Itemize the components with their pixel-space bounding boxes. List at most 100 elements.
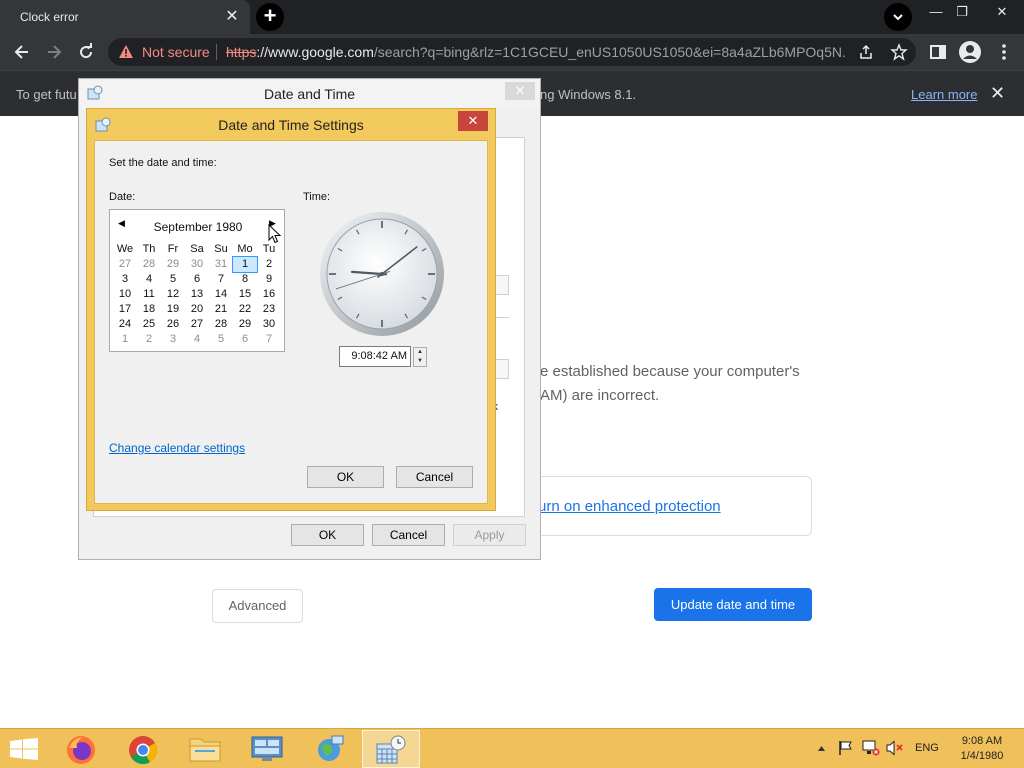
calendar-day[interactable]: 1	[232, 256, 258, 273]
calendar-day[interactable]: 11	[137, 287, 161, 302]
month-calendar[interactable]: ◀ September 1980 ▶ We Th Fr Sa Su Mo Tu 27 28 29 3…	[109, 209, 285, 352]
calendar-day[interactable]: 2	[257, 257, 281, 272]
taskbar-remote-desktop[interactable]	[238, 730, 296, 768]
time-spinner[interactable]: ▲ ▼	[413, 347, 427, 367]
settings-ok-button[interactable]: OK	[307, 466, 384, 488]
calendar-day[interactable]: 9	[257, 272, 281, 287]
taskbar-network[interactable]	[300, 730, 358, 768]
tab-clock-error[interactable]: Clock error ✕	[0, 0, 250, 34]
profile-avatar-icon[interactable]	[958, 40, 982, 64]
update-date-time-button[interactable]: Update date and time	[654, 588, 812, 621]
not-secure-label[interactable]: Not secure	[142, 44, 210, 60]
calendar-day[interactable]: 30	[257, 317, 281, 332]
calendar-day[interactable]: 26	[161, 317, 185, 332]
taskbar-file-explorer[interactable]	[176, 730, 234, 768]
calendar-day[interactable]: 10	[113, 287, 137, 302]
date-time-cancel-button[interactable]: Cancel	[372, 524, 445, 546]
calendar-day[interactable]: 31	[209, 257, 233, 272]
window-restore-button[interactable]: ❐	[950, 2, 974, 22]
calendar-day[interactable]: 28	[209, 317, 233, 332]
window-minimize-button[interactable]: —	[924, 2, 948, 22]
calendar-day[interactable]: 24	[113, 317, 137, 332]
calendar-day[interactable]: 28	[137, 257, 161, 272]
calendar-day[interactable]: 29	[233, 317, 257, 332]
calendar-day[interactable]: 6	[233, 332, 257, 347]
forward-arrow-icon[interactable]	[44, 42, 64, 62]
calendar-day[interactable]: 1	[113, 332, 137, 347]
reload-icon[interactable]	[76, 42, 96, 62]
calendar-day[interactable]: 29	[161, 257, 185, 272]
more-menu-icon[interactable]	[994, 42, 1014, 62]
calendar-day[interactable]: 4	[185, 332, 209, 347]
calendar-day[interactable]: 22	[233, 302, 257, 317]
warning-triangle-icon[interactable]	[118, 44, 134, 60]
date-and-time-close-button[interactable]: ✕	[505, 82, 535, 100]
calendar-day[interactable]: 17	[113, 302, 137, 317]
windows-start-icon[interactable]	[10, 738, 38, 760]
calendar-day[interactable]: 8	[233, 272, 257, 287]
calendar-day[interactable]: 5	[209, 332, 233, 347]
taskbar-date-time[interactable]	[362, 730, 420, 768]
calendar-weekday-header: Fr	[167, 243, 179, 255]
calendar-day[interactable]: 2	[137, 332, 161, 347]
calendar-day[interactable]: 19	[161, 302, 185, 317]
bookmark-star-icon[interactable]	[890, 43, 908, 61]
change-calendar-settings-link[interactable]: Change calendar settings	[109, 441, 245, 455]
share-icon[interactable]	[858, 44, 874, 60]
back-arrow-icon[interactable]	[12, 42, 32, 62]
calendar-day[interactable]: 14	[209, 287, 233, 302]
calendar-day[interactable]: 23	[257, 302, 281, 317]
calendar-day[interactable]: 16	[257, 287, 281, 302]
url-text[interactable]: https://www.google.com/search?q=bing&rlz…	[226, 44, 846, 60]
calendar-day[interactable]: 30	[185, 257, 209, 272]
time-spin-down-icon[interactable]: ▼	[414, 357, 426, 366]
url-path: /search?q=bing&rlz=1C1GCEU_enUS1050US105…	[373, 44, 846, 60]
date-and-time-titlebar[interactable]: Date and Time ✕	[79, 79, 540, 109]
calendar-day[interactable]: 3	[161, 332, 185, 347]
date-time-ok-button[interactable]: OK	[291, 524, 364, 546]
network-status-icon[interactable]	[862, 740, 880, 756]
calendar-day[interactable]: 7	[257, 332, 281, 347]
taskbar-clock[interactable]: 9:08 AM 1/4/1980	[950, 734, 1014, 764]
time-input[interactable]: 9:08:42 AM	[339, 346, 411, 367]
window-close-button[interactable]: ✕	[990, 2, 1014, 22]
taskbar-chrome[interactable]	[114, 730, 172, 768]
calendar-day[interactable]: 20	[185, 302, 209, 317]
enhanced-protection-link[interactable]: urn on enhanced protection	[538, 498, 721, 515]
input-language-indicator[interactable]: ENG	[915, 742, 939, 754]
advanced-button[interactable]: Advanced	[212, 589, 303, 623]
show-hidden-icons-icon[interactable]	[817, 744, 826, 753]
calendar-day[interactable]: 4	[137, 272, 161, 287]
infobar-text-end: ng Windows 8.1.	[540, 87, 637, 102]
tab-close-icon[interactable]: ✕	[222, 7, 242, 27]
date-time-settings-close-button[interactable]: ✕	[458, 111, 488, 131]
calendar-day[interactable]: 7	[209, 272, 233, 287]
calendar-day[interactable]: 12	[161, 287, 185, 302]
calendar-day[interactable]: 27	[113, 257, 137, 272]
calendar-day[interactable]: 25	[137, 317, 161, 332]
date-time-apply-button: Apply	[453, 524, 526, 546]
settings-cancel-button[interactable]: Cancel	[396, 466, 473, 488]
calendar-day[interactable]: 13	[185, 287, 209, 302]
calendar-day[interactable]: 15	[233, 287, 257, 302]
taskbar-firefox[interactable]	[52, 730, 110, 768]
address-bar[interactable]: Not secure https://www.google.com/search…	[108, 38, 916, 66]
calendar-day[interactable]: 5	[161, 272, 185, 287]
side-panel-icon[interactable]	[928, 42, 948, 62]
calendar-day[interactable]: 27	[185, 317, 209, 332]
tab-search-button[interactable]	[884, 3, 912, 31]
calendar-day[interactable]: 6	[185, 272, 209, 287]
calendar-weekday-header: We	[116, 243, 134, 255]
new-tab-button[interactable]: +	[256, 3, 284, 31]
time-spin-up-icon[interactable]: ▲	[414, 348, 426, 357]
calendar-day[interactable]: 18	[137, 302, 161, 317]
calendar-day[interactable]: 3	[113, 272, 137, 287]
volume-muted-icon[interactable]	[886, 740, 904, 756]
action-center-flag-icon[interactable]	[838, 740, 854, 756]
taskbar-clock-time: 9:08 AM	[961, 735, 1003, 747]
learn-more-link[interactable]: Learn more	[911, 87, 977, 102]
calendar-day-grid: We Th Fr Sa Su Mo Tu 27 28 29 30 31 1 2 3 4 5 6 7 8 9 10 11 12 1…	[113, 242, 281, 347]
infobar-close-icon[interactable]: ✕	[990, 83, 1005, 104]
calendar-day[interactable]: 21	[209, 302, 233, 317]
calendar-month-title[interactable]: September 1980	[110, 220, 286, 234]
